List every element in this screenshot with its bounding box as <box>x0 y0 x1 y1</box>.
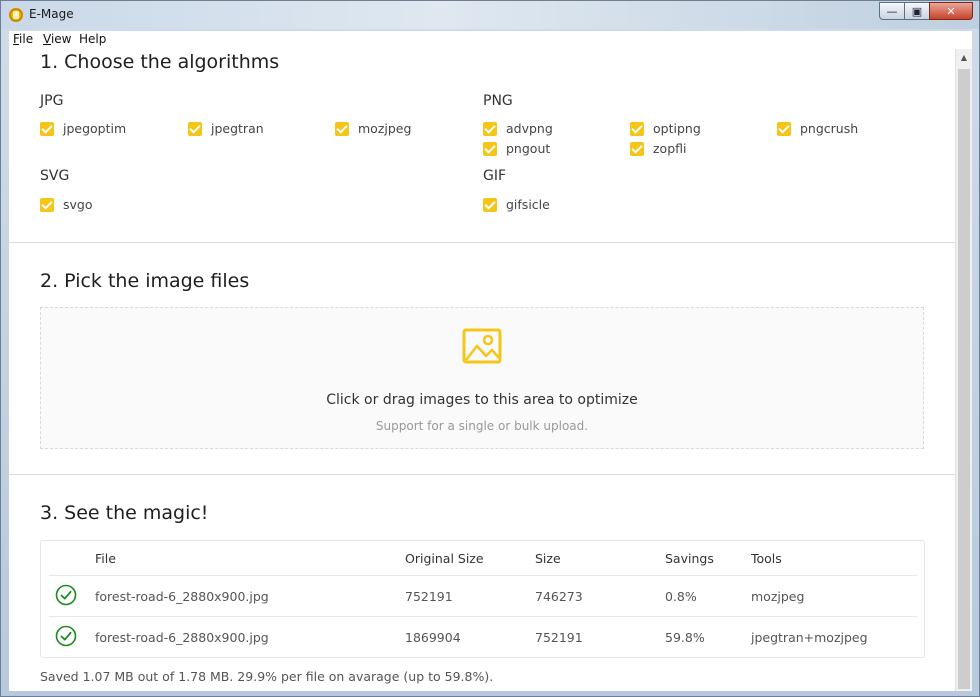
checkbox-label: pngout <box>506 141 551 156</box>
scrollbar-thumb[interactable] <box>958 69 970 689</box>
checkbox-checked-icon <box>40 197 54 212</box>
checkbox-checked-icon <box>483 141 497 156</box>
checkbox-label: gifsicle <box>506 197 550 212</box>
checkbox-optipng[interactable]: optipng <box>630 121 701 136</box>
title-bar[interactable]: E-Mage — ▣ ✕ <box>1 1 979 29</box>
menu-view[interactable]: View <box>43 32 71 46</box>
menu-file[interactable]: File <box>13 32 33 46</box>
cell-savings: 59.8% <box>665 630 705 645</box>
dropzone-text: Click or drag images to this area to opt… <box>326 392 638 408</box>
maximize-button[interactable]: ▣ <box>904 2 930 20</box>
checkbox-mozjpeg[interactable]: mozjpeg <box>335 121 411 136</box>
summary-text: Saved 1.07 MB out of 1.78 MB. 29.9% per … <box>40 669 494 684</box>
checkbox-label: mozjpeg <box>358 121 412 136</box>
checkbox-checked-icon <box>40 121 54 136</box>
checkbox-checked-icon <box>630 121 644 136</box>
checkbox-label: optipng <box>653 121 701 136</box>
menu-help[interactable]: Help <box>79 32 106 46</box>
success-check-icon <box>55 584 77 606</box>
checkbox-gifsicle[interactable]: gifsicle <box>483 197 550 212</box>
group-jpg-title: JPG <box>40 93 64 109</box>
main-content: 1. Choose the algorithms JPG jpegoptim j… <box>9 49 955 691</box>
column-header-savings: Savings <box>665 551 714 566</box>
checkbox-label: jpegtran <box>211 121 264 136</box>
client-area: File View Help 1. Choose the algorithms … <box>9 31 972 691</box>
close-button[interactable]: ✕ <box>929 2 973 20</box>
checkbox-label: jpegoptim <box>63 121 127 136</box>
cell-savings: 0.8% <box>665 589 697 604</box>
checkbox-checked-icon <box>483 121 497 136</box>
window-title: E-Mage <box>29 7 74 21</box>
vertical-scrollbar[interactable]: ▲ <box>955 49 972 691</box>
window-controls: — ▣ ✕ <box>879 2 973 20</box>
row-divider <box>49 616 917 617</box>
app-window: E-Mage — ▣ ✕ File View Help 1. Choose th… <box>0 0 980 697</box>
cell-original-size: 752191 <box>405 589 453 604</box>
minimize-button[interactable]: — <box>879 2 905 20</box>
dropzone-hint: Support for a single or bulk upload. <box>375 419 589 433</box>
upload-dropzone[interactable]: Click or drag images to this area to opt… <box>40 307 924 449</box>
menu-view-label: iew <box>50 32 72 46</box>
cell-tools: jpegtran+mozjpeg <box>751 630 868 645</box>
cell-tools: mozjpeg <box>751 589 805 604</box>
checkbox-pngout[interactable]: pngout <box>483 141 550 156</box>
menu-help-label: Help <box>79 32 107 46</box>
checkbox-pngcrush[interactable]: pngcrush <box>777 121 858 136</box>
column-header-file: File <box>95 551 116 566</box>
results-table: File Original Size Size Savings Tools fo… <box>40 540 925 658</box>
cell-size: 752191 <box>535 630 583 645</box>
image-icon <box>462 328 502 364</box>
cell-file: forest-road-6_2880x900.jpg <box>95 589 269 604</box>
checkbox-label: svgo <box>63 197 93 212</box>
cell-size: 746273 <box>535 589 583 604</box>
section-divider <box>9 242 955 243</box>
app-logo-icon <box>9 8 23 22</box>
section-results-title: 3. See the magic! <box>40 502 209 524</box>
checkbox-label: pngcrush <box>800 121 859 136</box>
success-check-icon <box>55 625 77 647</box>
section-divider <box>9 474 955 475</box>
checkbox-checked-icon <box>335 121 349 136</box>
menu-file-label: ile <box>19 32 34 46</box>
checkbox-checked-icon <box>483 197 497 212</box>
column-header-size: Size <box>535 551 561 566</box>
checkbox-checked-icon <box>188 121 202 136</box>
cell-file: forest-road-6_2880x900.jpg <box>95 630 269 645</box>
menu-view-accel: V <box>43 32 51 46</box>
menu-bar: File View Help <box>9 31 972 49</box>
section-files-title: 2. Pick the image files <box>40 270 250 292</box>
checkbox-svgo[interactable]: svgo <box>40 197 93 212</box>
checkbox-checked-icon <box>777 121 791 136</box>
checkbox-jpegoptim[interactable]: jpegoptim <box>40 121 126 136</box>
section-algorithms-title: 1. Choose the algorithms <box>40 51 280 73</box>
group-svg-title: SVG <box>40 168 70 184</box>
checkbox-advpng[interactable]: advpng <box>483 121 553 136</box>
scroll-up-arrow-icon[interactable]: ▲ <box>956 49 972 66</box>
cell-original-size: 1869904 <box>405 630 461 645</box>
checkbox-label: zopfli <box>653 141 687 156</box>
checkbox-zopfli[interactable]: zopfli <box>630 141 687 156</box>
checkbox-jpegtran[interactable]: jpegtran <box>188 121 264 136</box>
group-png-title: PNG <box>483 93 513 109</box>
checkbox-label: advpng <box>506 121 553 136</box>
column-header-original-size: Original Size <box>405 551 484 566</box>
column-header-tools: Tools <box>751 551 782 566</box>
row-divider <box>49 575 917 576</box>
checkbox-checked-icon <box>630 141 644 156</box>
group-gif-title: GIF <box>483 168 507 184</box>
